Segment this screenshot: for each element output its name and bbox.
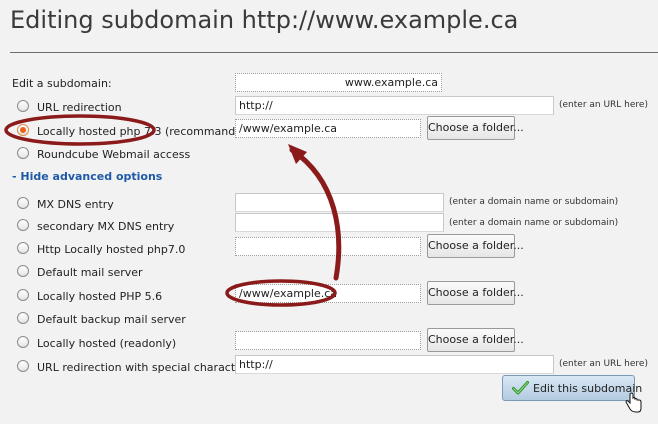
section-label: Edit a subdomain: [12, 77, 112, 90]
mx-input[interactable] [235, 193, 444, 212]
option-label-php70: Http Locally hosted php7.0 [37, 243, 186, 256]
title-divider [10, 52, 658, 53]
edit-subdomain-button[interactable]: Edit this subdomain [502, 375, 642, 401]
option-label-roundcube: Roundcube Webmail access [37, 148, 191, 161]
radio-php73[interactable] [17, 124, 29, 136]
option-label-php73: Locally hosted php 7.3 (recommanded) [37, 125, 254, 138]
php70-folder-input[interactable] [235, 237, 421, 256]
radio-roundcube[interactable] [17, 147, 29, 159]
annotation-arrowhead [288, 144, 307, 164]
domain-field: www.example.ca [235, 73, 442, 92]
radio-default-backup-mail-server[interactable] [17, 312, 29, 324]
option-label-php56: Locally hosted PHP 5.6 [37, 290, 163, 303]
php56-folder-input[interactable]: /www/example.ca [235, 284, 421, 303]
choose-folder-button-readonly[interactable]: Choose a folder... [427, 328, 524, 352]
checkmark-icon [512, 380, 529, 399]
option-label-url-redirection: URL redirection [37, 101, 122, 114]
php73-folder-input[interactable]: /www/example.ca [235, 119, 421, 138]
option-label-readonly: Locally hosted (readonly) [37, 337, 177, 350]
radio-mx-dns[interactable] [17, 197, 29, 209]
choose-folder-button-php73[interactable]: Choose a folder... [427, 116, 524, 140]
radio-php56[interactable] [17, 289, 29, 301]
radio-url-special[interactable] [17, 360, 29, 372]
mx-hint: (enter a domain name or subdomain) [449, 197, 619, 207]
radio-readonly[interactable] [17, 336, 29, 348]
secondary-mx-hint: (enter a domain name or subdomain) [449, 218, 619, 228]
option-label-default-mail-server: Default mail server [37, 266, 143, 279]
edit-subdomain-label: Edit this subdomain [533, 382, 643, 395]
readonly-folder-input[interactable] [235, 331, 421, 350]
url-special-input[interactable]: http:// [235, 355, 554, 374]
url-redirect-input[interactable]: http:// [235, 96, 554, 115]
url-special-hint: (enter an URL here) [559, 359, 648, 369]
page-title: Editing subdomain http://www.example.ca [10, 6, 519, 34]
secondary-mx-input[interactable] [235, 213, 444, 232]
radio-default-mail-server[interactable] [17, 265, 29, 277]
radio-php70[interactable] [17, 242, 29, 254]
radio-url-redirection[interactable] [17, 100, 29, 112]
option-label-url-special: URL redirection with special characters [37, 361, 253, 374]
choose-folder-button-php56[interactable]: Choose a folder... [427, 281, 524, 305]
radio-secondary-mx[interactable] [17, 219, 29, 231]
option-label-default-backup-mail-server: Default backup mail server [37, 313, 186, 326]
option-label-mx-dns: MX DNS entry [37, 198, 114, 211]
option-label-secondary-mx: secondary MX DNS entry [37, 220, 175, 233]
url-hint: (enter an URL here) [559, 100, 648, 110]
choose-folder-button-php70[interactable]: Choose a folder... [427, 234, 524, 258]
hide-advanced-options-link[interactable]: - Hide advanced options [12, 170, 162, 183]
